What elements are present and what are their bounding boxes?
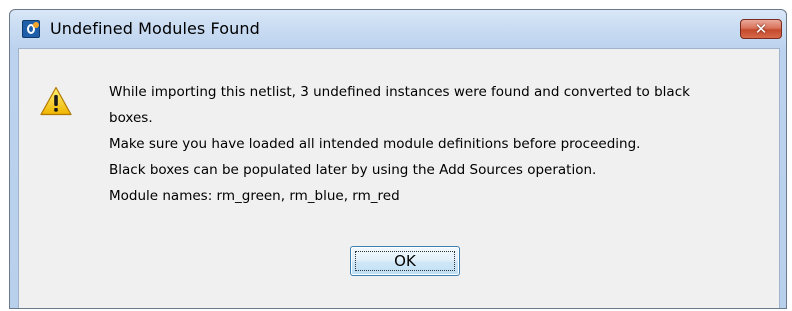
window-title: Undefined Modules Found [50, 19, 260, 38]
dialog-body: While importing this netlist, 3 undefine… [18, 48, 780, 308]
message-line: Module names: rm_green, rm_blue, rm_red [109, 188, 400, 204]
message-line: boxes. [109, 110, 153, 126]
message-line: Black boxes can be populated later by us… [109, 162, 597, 178]
message-line: While importing this netlist, 3 undefine… [109, 84, 690, 100]
app-logo-icon [22, 20, 40, 38]
message-line: Make sure you have loaded all intended m… [109, 136, 641, 152]
title-bar[interactable]: Undefined Modules Found ✕ [10, 10, 786, 48]
message-text: While importing this netlist, 3 undefine… [109, 79, 759, 209]
ok-button-label: OK [355, 251, 455, 271]
close-button[interactable]: ✕ [740, 19, 782, 39]
ok-button[interactable]: OK [350, 246, 460, 276]
dialog-window: Undefined Modules Found ✕ While importin… [9, 9, 787, 309]
warning-icon [40, 86, 72, 116]
close-icon: ✕ [754, 20, 768, 38]
